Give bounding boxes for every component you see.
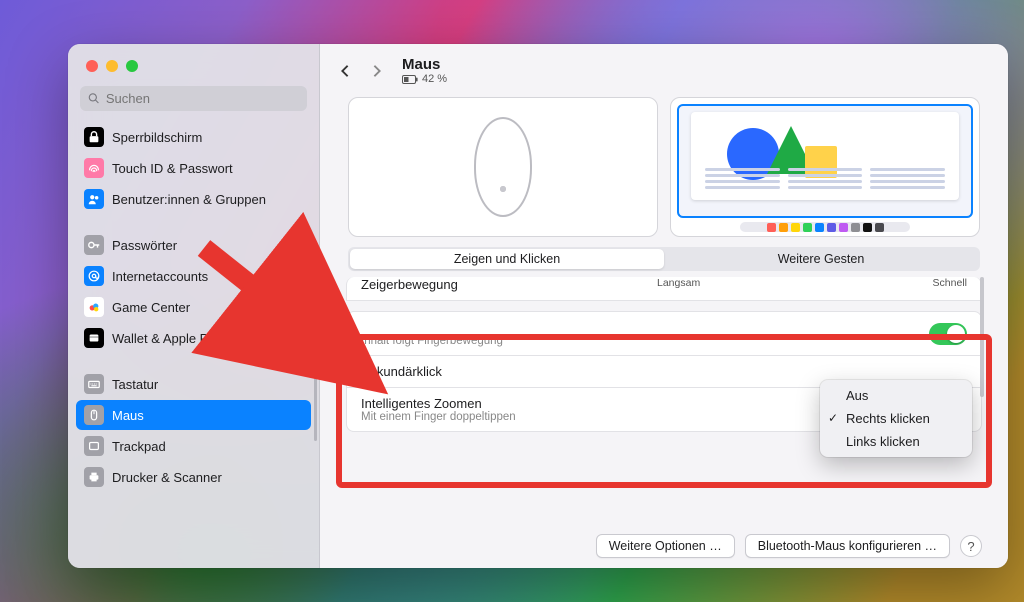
- sidebar-item-trackpad[interactable]: Trackpad: [76, 431, 311, 461]
- key-icon: [84, 235, 104, 255]
- sidebar-item-label: Drucker & Scanner: [112, 470, 222, 485]
- sidebar-item-label: Internetaccounts: [112, 269, 208, 284]
- sidebar-item-label: Touch ID & Passwort: [112, 161, 233, 176]
- keyboard-icon: [84, 374, 104, 394]
- tab-bar: Zeigen und Klicken Weitere Gesten: [348, 247, 980, 271]
- window-controls: [68, 44, 319, 82]
- mouse-illustration: [474, 117, 532, 217]
- sidebar-item-mouse[interactable]: Maus: [76, 400, 311, 430]
- lock-screen-icon: [84, 127, 104, 147]
- battery-status: 42 %: [402, 73, 447, 85]
- mouse-preview: [348, 97, 658, 237]
- configure-bluetooth-mouse-button[interactable]: Bluetooth-Maus konfigurieren …: [745, 534, 950, 558]
- content-pane: Maus 42 %: [320, 44, 1008, 568]
- search-input[interactable]: [106, 91, 299, 106]
- natural-scroll-row: x Inhalt folgt Fingerbewegung: [346, 311, 982, 356]
- close-window-button[interactable]: [86, 60, 98, 72]
- sidebar-item-gamecenter[interactable]: Game Center: [76, 292, 311, 322]
- back-button[interactable]: [334, 60, 356, 82]
- sidebar-item-wallet[interactable]: Wallet & Apple Pay: [76, 323, 311, 353]
- tracking-speed-row: Zeigerbewegung Langsam Schnell: [346, 277, 982, 301]
- footer-buttons: Weitere Optionen … Bluetooth-Maus konfig…: [596, 534, 982, 558]
- sidebar-item-keyboard[interactable]: Tastatur: [76, 369, 311, 399]
- menu-item-right-click[interactable]: Rechts klicken: [820, 407, 972, 430]
- sidebar-item-users[interactable]: Benutzer:innen & Gruppen: [76, 184, 311, 214]
- page-title-block: Maus 42 %: [402, 56, 447, 85]
- secondary-click-menu: Aus Rechts klicken Links klicken: [820, 380, 972, 457]
- tab-more-gestures[interactable]: Weitere Gesten: [664, 249, 978, 269]
- search-icon: [88, 92, 100, 105]
- sidebar-item-printer[interactable]: Drucker & Scanner: [76, 462, 311, 492]
- mouse-icon: [84, 405, 104, 425]
- content-header: Maus 42 %: [320, 44, 1008, 93]
- sidebar: Sperrbildschirm Touch ID & Passwort Benutz…: [68, 44, 320, 568]
- sidebar-item-label: Tastatur: [112, 377, 158, 392]
- wallet-icon: [84, 328, 104, 348]
- maximize-window-button[interactable]: [126, 60, 138, 72]
- trackpad-icon: [84, 436, 104, 456]
- printer-icon: [84, 467, 104, 487]
- system-settings-window: Sperrbildschirm Touch ID & Passwort Benutz…: [68, 44, 1008, 568]
- menu-item-left-click[interactable]: Links klicken: [820, 430, 972, 453]
- at-icon: [84, 266, 104, 286]
- tab-point-click[interactable]: Zeigen und Klicken: [350, 249, 664, 269]
- sidebar-item-label: Trackpad: [112, 439, 166, 454]
- menu-item-off[interactable]: Aus: [820, 384, 972, 407]
- sidebar-item-touchid[interactable]: Touch ID & Passwort: [76, 153, 311, 183]
- more-options-button[interactable]: Weitere Optionen …: [596, 534, 735, 558]
- minimize-window-button[interactable]: [106, 60, 118, 72]
- sidebar-item-label: Wallet & Apple Pay: [112, 331, 222, 346]
- battery-icon: [402, 75, 418, 84]
- sidebar-item-label: Passwörter: [112, 238, 177, 253]
- sidebar-item-label: Game Center: [112, 300, 190, 315]
- page-title: Maus: [402, 56, 447, 73]
- touchid-icon: [84, 158, 104, 178]
- sidebar-item-label: Benutzer:innen & Gruppen: [112, 192, 266, 207]
- sidebar-item-at[interactable]: Internetaccounts: [76, 261, 311, 291]
- search-field[interactable]: [80, 86, 307, 111]
- sidebar-item-label: Maus: [112, 408, 144, 423]
- sidebar-item-label: Sperrbildschirm: [112, 130, 202, 145]
- forward-button[interactable]: [366, 60, 388, 82]
- users-icon: [84, 189, 104, 209]
- preview-row: [320, 93, 1008, 247]
- natural-scroll-toggle[interactable]: [929, 323, 967, 345]
- sidebar-item-key[interactable]: Passwörter: [76, 230, 311, 260]
- sidebar-item-lock-screen[interactable]: Sperrbildschirm: [76, 122, 311, 152]
- gamecenter-icon: [84, 297, 104, 317]
- gesture-preview: [670, 97, 980, 237]
- sidebar-nav: Sperrbildschirm Touch ID & Passwort Benutz…: [68, 121, 319, 568]
- help-button[interactable]: ?: [960, 535, 982, 557]
